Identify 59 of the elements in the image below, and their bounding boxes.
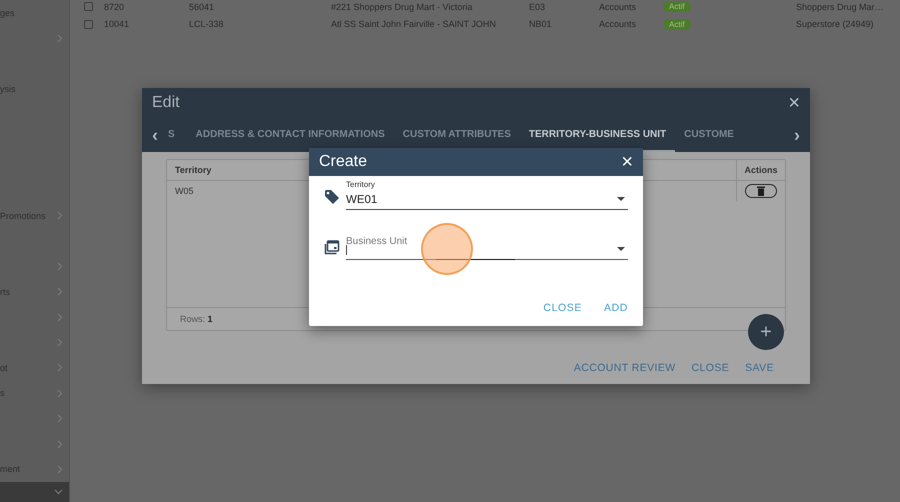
table-cell-text: 56041 — [189, 2, 216, 12]
row-checkbox[interactable] — [84, 2, 93, 11]
table-cell-text: Accounts — [599, 19, 638, 29]
table-cell-text: Shoppers Drug Mar… — [796, 2, 885, 12]
chevron-right-icon — [57, 388, 63, 398]
dialog-button[interactable]: ACCOUNT REVIEW — [574, 362, 676, 374]
status-badge: Actif — [663, 18, 691, 30]
chevron-right-icon — [57, 262, 63, 271]
close-button[interactable]: × — [621, 152, 633, 172]
dialog-title: Edit — [152, 94, 180, 112]
status-badge: Actif — [663, 1, 691, 12]
click-indicator — [421, 223, 473, 275]
table-cell-text: Superstore (24949) — [796, 19, 875, 29]
chevron-right-icon — [57, 287, 63, 296]
dialog-button[interactable]: CLOSE — [692, 362, 730, 374]
chevron-right-icon — [57, 414, 63, 424]
calendar-icon — [324, 239, 340, 255]
chevron-right-icon — [57, 338, 63, 348]
table-cell-text: 10041 — [104, 19, 130, 29]
tab[interactable]: CUSTOME — [675, 118, 743, 152]
tab[interactable]: CUSTOM ATTRIBUTES — [394, 118, 520, 152]
tab[interactable]: ADDRESS & CONTACT INFORMATIONS — [186, 118, 394, 152]
dropdown-field[interactable]: Territory WE01 — [346, 180, 628, 210]
tab-scroll-right-button[interactable]: › — [784, 118, 810, 152]
dropdown-field[interactable]: Business Unit — [346, 230, 628, 260]
dialog-title: Create — [319, 153, 368, 171]
table-cell-text: E03 — [529, 2, 546, 12]
column-header: Actions — [744, 165, 778, 175]
row-count: Rows: 1 — [180, 314, 213, 324]
row-checkbox[interactable] — [84, 20, 93, 28]
sidebar-item[interactable] — [0, 482, 69, 502]
dialog-button[interactable]: CLOSE — [543, 302, 582, 314]
table-cell-text: Atl SS Saint John Fairville - SAINT JOHN — [331, 19, 497, 29]
dialog-button[interactable]: ADD — [604, 302, 628, 314]
chevron-down-icon — [54, 489, 63, 496]
dropdown-arrow-icon — [617, 247, 625, 251]
chevron-right-icon — [57, 34, 63, 43]
tab[interactable]: S — [168, 118, 187, 152]
dialog-button[interactable]: SAVE — [745, 362, 774, 374]
table-cell-text: #221 Shoppers Drug Mart - Victoria — [331, 2, 474, 12]
close-button[interactable]: × — [788, 93, 800, 113]
chevron-right-icon — [57, 211, 63, 220]
trash-icon — [757, 186, 765, 196]
chevron-right-icon — [57, 363, 63, 372]
delete-button[interactable] — [745, 184, 777, 198]
column-header: Territory — [175, 165, 212, 175]
tag-icon — [324, 189, 340, 205]
table-cell: W05 — [175, 186, 194, 196]
tab-scroll-left-button[interactable]: ‹ — [142, 118, 168, 152]
table-cell-text: 8720 — [104, 2, 126, 12]
table-cell-text: Accounts — [599, 2, 638, 12]
chevron-right-icon — [57, 464, 63, 474]
add-button[interactable]: + — [748, 314, 784, 350]
table-cell-text: LCL-338 — [189, 19, 225, 29]
dropdown-arrow-icon — [617, 197, 625, 201]
chevron-right-icon — [57, 312, 63, 322]
chevron-right-icon — [57, 440, 63, 449]
text-cursor — [346, 245, 347, 255]
table-cell-text: NB01 — [529, 19, 553, 29]
